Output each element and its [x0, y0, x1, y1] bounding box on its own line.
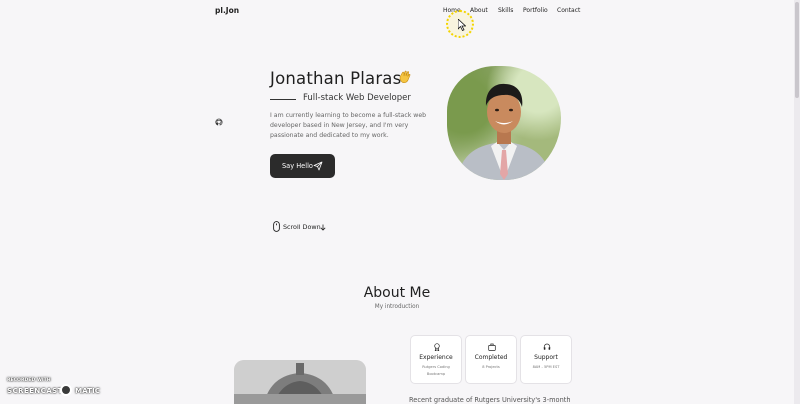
- say-hello-button[interactable]: Say Hello: [270, 154, 335, 178]
- experience-title: Experience: [419, 354, 453, 361]
- send-icon: [313, 161, 323, 171]
- experience-sub: Rutgers Coding Bootcamp: [422, 365, 450, 376]
- about-title: About Me: [363, 285, 431, 301]
- hero-description: I am currently learning to become a full…: [270, 112, 427, 139]
- hero-name: Jonathan Plaras: [270, 69, 402, 88]
- scroll-down-link[interactable]: Scroll Down: [283, 223, 321, 231]
- support-card: Support 8AM - 5PM EST: [520, 335, 572, 384]
- profile-portrait: [457, 83, 551, 180]
- header: pl.Jon Home About Skills Portfolio Conta…: [0, 0, 794, 22]
- logo[interactable]: pl.Jon: [215, 6, 239, 15]
- award-icon: [434, 343, 440, 351]
- about-subtitle: My introduction: [374, 304, 420, 310]
- support-title: Support: [534, 354, 558, 361]
- subtitle-divider: [270, 99, 296, 100]
- watermark-recorded-with: RECORDED WITH: [7, 378, 51, 383]
- nav-contact[interactable]: Contact: [557, 7, 580, 14]
- waving-hand-icon: [399, 70, 411, 83]
- screencast-logo-icon: [60, 384, 72, 396]
- say-hello-label: Say Hello: [282, 162, 313, 170]
- hero-subtitle: Full-stack Web Developer: [303, 93, 411, 103]
- mouse-cursor-icon: [458, 19, 466, 31]
- profile-photo: [447, 66, 561, 180]
- nav-skills[interactable]: Skills: [498, 7, 513, 14]
- mouse-scroll-icon[interactable]: [273, 221, 280, 232]
- watermark-matic: MATIC: [75, 386, 101, 395]
- screencast-watermark: RECORDED WITH SCREENCAST MATIC: [5, 378, 101, 400]
- about-photo: [234, 360, 366, 404]
- completed-sub: 8 Projects: [482, 365, 500, 369]
- capitol-dome-photo: [234, 360, 366, 404]
- arrow-down-icon: [320, 224, 326, 231]
- support-sub: 8AM - 5PM EST: [532, 365, 560, 369]
- nav-about[interactable]: About: [470, 7, 488, 14]
- page-scrollbar[interactable]: [794, 0, 800, 404]
- watermark-screencast: SCREENCAST: [7, 386, 63, 395]
- completed-card: Completed 8 Projects: [465, 335, 517, 384]
- nav-portfolio[interactable]: Portfolio: [523, 7, 548, 14]
- github-icon[interactable]: [215, 118, 223, 127]
- headset-icon: [543, 343, 551, 350]
- about-description: Recent graduate of Rutgers University's …: [409, 396, 571, 404]
- completed-title: Completed: [474, 354, 508, 361]
- briefcase-icon: [488, 343, 496, 351]
- experience-card: Experience Rutgers Coding Bootcamp: [410, 335, 462, 384]
- scrollbar-thumb[interactable]: [795, 2, 799, 98]
